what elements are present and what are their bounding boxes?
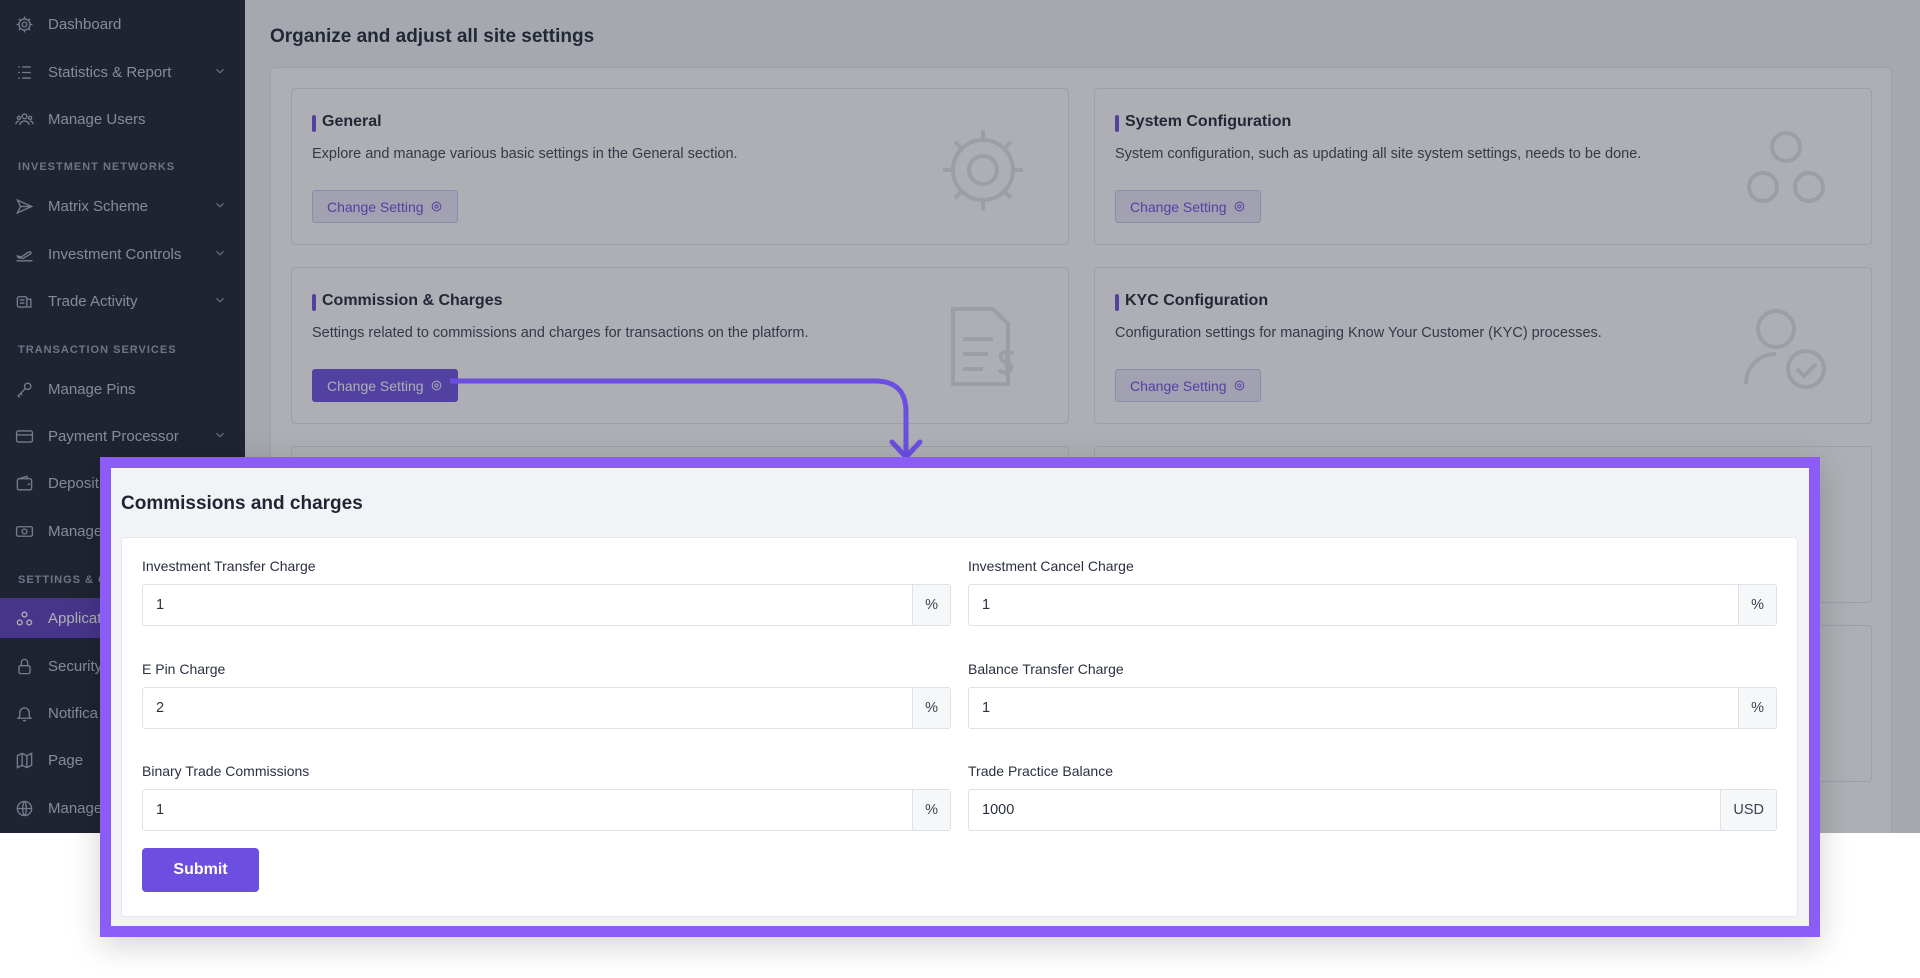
connector-arrow-icon — [450, 378, 923, 460]
investment-cancel-charge-field: Investment Cancel Charge % — [968, 558, 1777, 626]
investment-transfer-charge-field: Investment Transfer Charge % — [142, 558, 951, 626]
modal-title: Commissions and charges — [121, 493, 363, 514]
input-group: % — [142, 584, 951, 626]
field-label: Binary Trade Commissions — [142, 763, 310, 779]
percent-addon: % — [1738, 688, 1776, 728]
percent-addon: % — [912, 585, 950, 625]
commissions-form: Investment Transfer Charge % Investment … — [121, 537, 1798, 917]
investment-cancel-charge-input[interactable] — [969, 585, 1739, 625]
e-pin-charge-input[interactable] — [143, 688, 913, 728]
input-group: USD — [968, 789, 1777, 831]
field-label: Investment Cancel Charge — [968, 558, 1134, 574]
field-label: E Pin Charge — [142, 661, 226, 677]
binary-trade-commissions-input[interactable] — [143, 790, 913, 830]
percent-addon: % — [912, 790, 950, 830]
binary-trade-commissions-field: Binary Trade Commissions % — [142, 763, 951, 831]
submit-button[interactable]: Submit — [142, 848, 259, 892]
field-label: Investment Transfer Charge — [142, 558, 316, 574]
trade-practice-balance-input[interactable] — [969, 790, 1721, 830]
investment-transfer-charge-input[interactable] — [143, 585, 913, 625]
field-label: Balance Transfer Charge — [968, 661, 1124, 677]
input-group: % — [968, 687, 1777, 729]
balance-transfer-charge-field: Balance Transfer Charge % — [968, 661, 1777, 729]
input-group: % — [968, 584, 1777, 626]
field-label: Trade Practice Balance — [968, 763, 1113, 779]
balance-transfer-charge-input[interactable] — [969, 688, 1739, 728]
input-group: % — [142, 687, 951, 729]
e-pin-charge-field: E Pin Charge % — [142, 661, 951, 729]
trade-practice-balance-field: Trade Practice Balance USD — [968, 763, 1777, 831]
currency-addon: USD — [1720, 790, 1776, 830]
percent-addon: % — [912, 688, 950, 728]
input-group: % — [142, 789, 951, 831]
percent-addon: % — [1738, 585, 1776, 625]
commissions-modal: Commissions and charges Investment Trans… — [100, 457, 1820, 937]
